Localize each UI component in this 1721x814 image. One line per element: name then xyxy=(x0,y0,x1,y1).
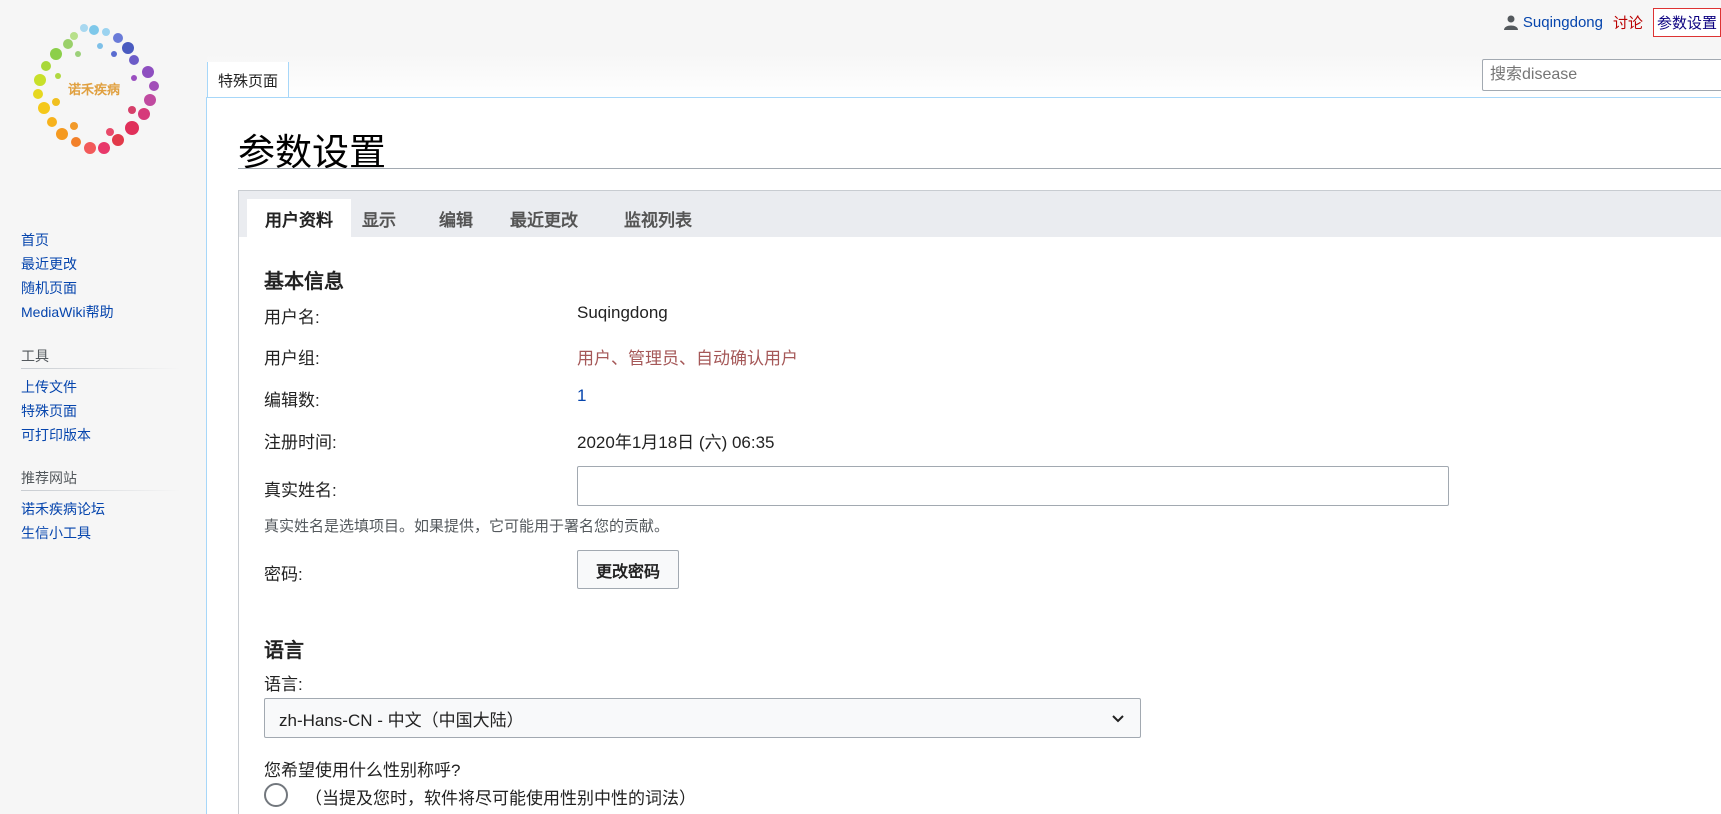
registration-label: 注册时间: xyxy=(264,433,337,452)
sidebar-sites-heading: 推荐网站 xyxy=(21,470,77,486)
sidebar-item-printable-version[interactable]: 可打印版本 xyxy=(21,423,91,447)
sidebar-tools-heading: 工具 xyxy=(21,348,49,364)
personal-tools: Suqingdong 讨论 参数设置 xyxy=(1503,8,1721,37)
logo-text: 诺禾疾病 xyxy=(68,82,120,98)
sidebar-item-bioinfo-tools[interactable]: 生信小工具 xyxy=(21,521,105,545)
gender-neutral-label: （当提及您时，软件将尽可能使用性别中性的词法） xyxy=(305,789,696,808)
language-selected-value: zh-Hans-CN - 中文（中国大陆） xyxy=(279,710,524,730)
title-divider xyxy=(238,168,1721,169)
sidebar-item-forum[interactable]: 诺禾疾病论坛 xyxy=(21,497,105,521)
real-name-help: 真实姓名是选填项目。如果提供，它可能用于署名您的贡献。 xyxy=(264,518,670,535)
sidebar-item-mediawiki-help[interactable]: MediaWiki帮助 xyxy=(21,300,114,324)
change-password-button[interactable]: 更改密码 xyxy=(577,550,679,589)
username-value: Suqingdong xyxy=(577,303,668,322)
gender-question: 您希望使用什么性别称呼? xyxy=(264,761,461,780)
tab-watchlist[interactable]: 监视列表 xyxy=(606,199,710,237)
gender-neutral-radio[interactable] xyxy=(264,783,288,807)
language-select[interactable]: zh-Hans-CN - 中文（中国大陆） xyxy=(264,698,1141,738)
user-icon xyxy=(1503,15,1518,30)
tab-special-page[interactable]: 特殊页面 xyxy=(207,62,290,98)
search-input[interactable] xyxy=(1482,59,1721,91)
basic-info-heading: 基本信息 xyxy=(264,271,344,293)
real-name-input[interactable] xyxy=(577,466,1449,506)
preferences-tabbar: 用户资料 显示 编辑 最近更改 监视列表 xyxy=(239,191,1721,237)
language-label: 语言: xyxy=(264,675,303,694)
sidebar-sites: 诺禾疾病论坛 生信小工具 xyxy=(21,497,105,545)
tab-recent-changes[interactable]: 最近更改 xyxy=(492,199,596,237)
password-label: 密码: xyxy=(264,565,303,584)
registration-value: 2020年1月18日 (六) 06:35 xyxy=(577,433,775,452)
language-heading: 语言 xyxy=(264,640,304,662)
sidebar-item-upload-file[interactable]: 上传文件 xyxy=(21,375,91,399)
sidebar-divider xyxy=(21,490,181,491)
logo-dots-graphic: 诺禾疾病 xyxy=(33,24,159,154)
user-groups-links[interactable]: 用户、管理员、自动确认用户 xyxy=(577,344,798,369)
tab-appearance[interactable]: 显示 xyxy=(344,199,414,237)
sidebar-tools: 上传文件 特殊页面 可打印版本 xyxy=(21,375,91,447)
talk-link[interactable]: 讨论 xyxy=(1613,12,1643,33)
sidebar-item-random-page[interactable]: 随机页面 xyxy=(21,276,114,300)
chevron-down-icon xyxy=(1112,715,1124,723)
edit-count-label: 编辑数: xyxy=(264,391,320,410)
preferences-link[interactable]: 参数设置 xyxy=(1652,8,1721,37)
sidebar-navigation: 首页 最近更改 随机页面 MediaWiki帮助 xyxy=(21,228,114,324)
user-groups-label: 用户组: xyxy=(264,349,320,368)
username-link-label: Suqingdong xyxy=(1522,14,1603,31)
user-page-link[interactable]: Suqingdong xyxy=(1503,14,1603,31)
site-logo[interactable]: 诺禾疾病 xyxy=(14,14,174,174)
username-label: 用户名: xyxy=(264,308,320,327)
sidebar-divider xyxy=(21,368,181,369)
tab-editing[interactable]: 编辑 xyxy=(421,199,491,237)
tab-user-profile[interactable]: 用户资料 xyxy=(247,199,351,237)
edit-count-link[interactable]: 1 xyxy=(577,386,586,406)
real-name-label: 真实姓名: xyxy=(264,481,337,500)
sidebar-item-recent-changes[interactable]: 最近更改 xyxy=(21,252,114,276)
sidebar-item-special-pages[interactable]: 特殊页面 xyxy=(21,399,91,423)
sidebar-item-main-page[interactable]: 首页 xyxy=(21,228,114,252)
